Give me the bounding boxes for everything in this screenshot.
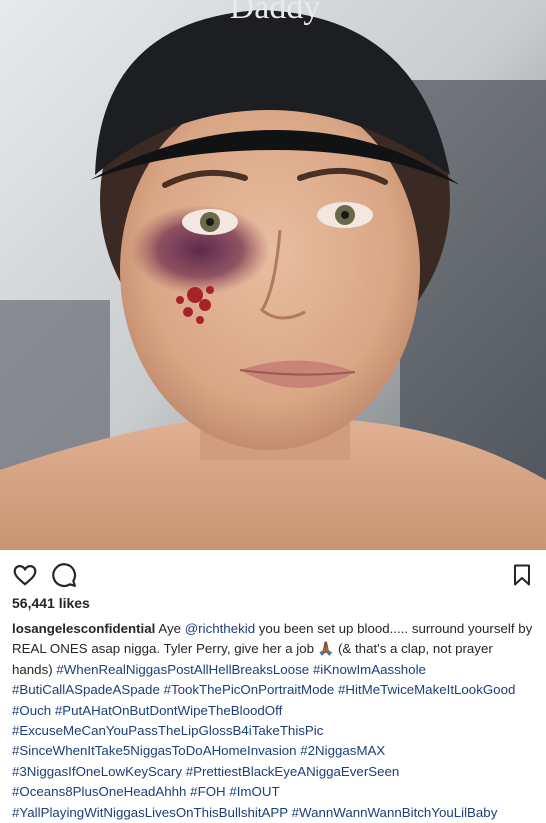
mention-link[interactable]: @richthekid bbox=[185, 621, 255, 636]
hashtag-link[interactable]: #3NiggasIfOneLowKeyScary bbox=[12, 764, 182, 779]
bookmark-icon[interactable] bbox=[510, 562, 536, 588]
hashtag-link[interactable]: #SinceWhenItTake5NiggasToDoAHomeInvasion bbox=[12, 743, 297, 758]
hashtag-list: #WhenRealNiggasPostAllHellBreaksLoose #i… bbox=[12, 662, 515, 820]
hashtag-link[interactable]: #ExcuseMeCanYouPassTheLipGlossB4iTakeThi… bbox=[12, 723, 323, 738]
username-link[interactable]: losangelesconfidential bbox=[12, 621, 155, 636]
hashtag-link[interactable]: #PrettiestBlackEyeANiggaEverSeen bbox=[186, 764, 400, 779]
cap-text: Daddy bbox=[230, 0, 321, 26]
hashtag-link[interactable]: #WhenRealNiggasPostAllHellBreaksLoose bbox=[56, 662, 309, 677]
caption-text-1: Aye bbox=[155, 621, 185, 636]
heart-icon[interactable] bbox=[12, 562, 38, 588]
post-actions-bar bbox=[12, 562, 534, 590]
post-photo[interactable]: Daddy bbox=[0, 0, 546, 550]
comment-bubble-icon[interactable] bbox=[51, 562, 77, 588]
post-caption: losangelesconfidential Aye @richthekid y… bbox=[12, 619, 534, 823]
hashtag-link[interactable]: #FOH bbox=[190, 784, 225, 799]
pray-emoji: 🙏🏾 bbox=[317, 641, 335, 657]
hashtag-link[interactable]: #2NiggasMAX bbox=[300, 743, 385, 758]
hashtag-link[interactable]: #YallPlayingWitNiggasLivesOnThisBullshit… bbox=[12, 805, 288, 820]
hashtag-link[interactable]: #PutAHatOnButDontWipeTheBloodOff bbox=[55, 703, 282, 718]
hashtag-link[interactable]: #Oceans8PlusOneHeadAhhh bbox=[12, 784, 186, 799]
hashtag-link[interactable]: #TookThePicOnPortraitMode bbox=[164, 682, 335, 697]
post-photo-image: Daddy bbox=[0, 0, 546, 550]
hashtag-link[interactable]: #HitMeTwiceMakeItLookGood bbox=[338, 682, 515, 697]
hashtag-link[interactable]: #iKnowImAasshole bbox=[313, 662, 426, 677]
hashtag-link[interactable]: #ButiCallASpadeASpade bbox=[12, 682, 160, 697]
likes-count[interactable]: 56,441 likes bbox=[12, 595, 90, 611]
hashtag-link[interactable]: #Ouch bbox=[12, 703, 51, 718]
hashtag-link[interactable]: #ImOUT bbox=[229, 784, 279, 799]
hashtag-link[interactable]: #WannWannWannBitchYouLilBaby bbox=[292, 805, 498, 820]
